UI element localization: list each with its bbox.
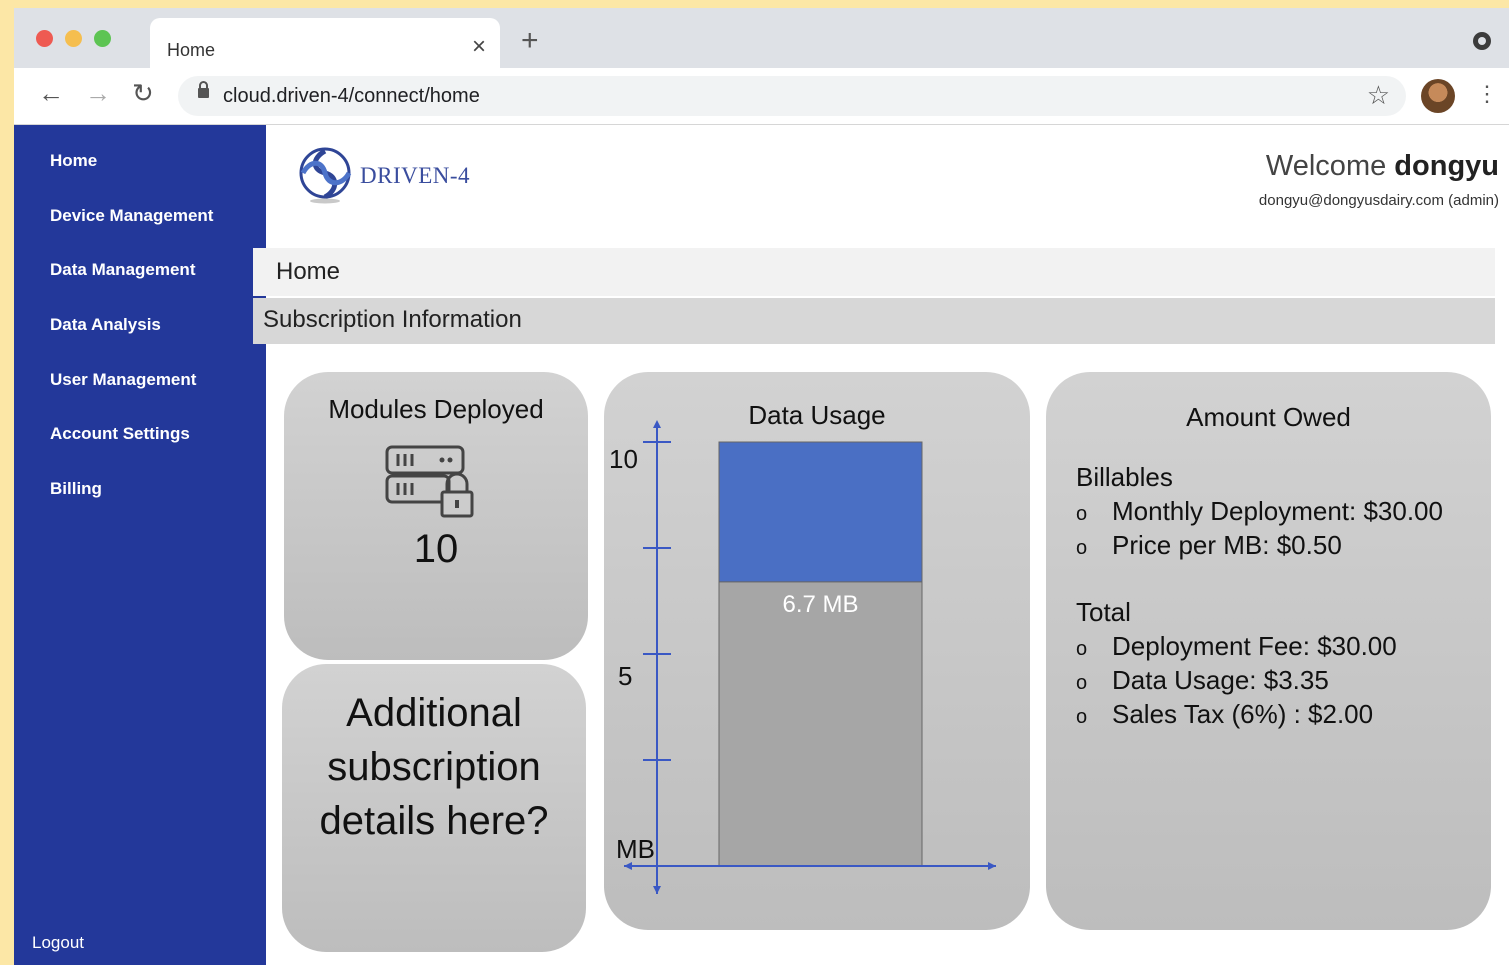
additional-details-text: Additional subscription details here?: [319, 691, 549, 843]
section-title: Subscription Information: [263, 306, 522, 333]
sidebar-item-account-settings[interactable]: Account Settings: [50, 424, 190, 444]
sidebar-item-data-analysis[interactable]: Data Analysis: [50, 315, 161, 335]
sidebar-item-home[interactable]: Home: [50, 151, 97, 171]
x-axis-arrow-right: [988, 862, 996, 870]
logo-text: DRIVEN-4: [360, 163, 471, 188]
sidebar-item-billing[interactable]: Billing: [50, 479, 102, 499]
minimize-window-dot[interactable]: [65, 30, 82, 47]
reload-button[interactable]: ↻: [132, 80, 154, 106]
maximize-window-dot[interactable]: [94, 30, 111, 47]
close-window-dot[interactable]: [36, 30, 53, 47]
list-item: o Deployment Fee: $30.00: [1076, 631, 1397, 662]
bullet-icon: o: [1076, 537, 1088, 559]
modules-title: Modules Deployed: [328, 394, 544, 424]
additional-details-card: Additional subscription details here?: [282, 664, 586, 952]
sidebar: Home Device Management Data Management D…: [14, 125, 266, 965]
welcome-message: Welcome dongyu: [1266, 150, 1499, 183]
browser-toolbar: ← → ↻ cloud.driven-4/connect/home ☆ ⋮: [14, 68, 1509, 125]
logo-icon: [299, 147, 352, 204]
total-deployment-fee: Deployment Fee: $30.00: [1112, 631, 1397, 661]
total-heading: Total: [1076, 597, 1131, 627]
new-tab-button[interactable]: +: [521, 26, 539, 56]
welcome-prefix: Welcome: [1265, 150, 1387, 182]
bullet-icon: o: [1076, 672, 1088, 694]
list-item: o Monthly Deployment: $30.00: [1076, 496, 1443, 527]
modules-deployed-card: Modules Deployed 10: [284, 372, 588, 660]
forward-button[interactable]: →: [85, 80, 111, 106]
y-tick-label-5: 5: [618, 661, 632, 691]
tab-title: Home: [167, 40, 216, 60]
owed-title: Amount Owed: [1186, 402, 1351, 432]
total-data-usage: Data Usage: $3.35: [1112, 665, 1329, 695]
username: dongyu: [1394, 150, 1499, 182]
bar-remaining-capacity: [718, 441, 923, 583]
y-tick-label-10: 10: [609, 444, 638, 474]
list-item: o Sales Tax (6%) : $2.00: [1076, 699, 1373, 730]
list-item: o Price per MB: $0.50: [1076, 530, 1342, 561]
data-usage-card: Data Usage 6.7 MB 10 5 MB: [604, 372, 1030, 930]
user-email: dongyu@dongyusdairy.com (admin): [1258, 192, 1499, 209]
sidebar-item-user-management[interactable]: User Management: [50, 370, 196, 390]
close-icon[interactable]: ×: [472, 35, 486, 59]
total-sales-tax: Sales Tax (6%) : $2.00: [1112, 699, 1374, 729]
url-text[interactable]: cloud.driven-4/connect/home: [223, 85, 480, 108]
modules-count: 10: [413, 527, 459, 571]
list-item: o Data Usage: $3.35: [1076, 665, 1329, 696]
page-title-bar: Home: [253, 248, 1495, 296]
data-usage-chart: 6.7 MB 10 5 MB: [609, 420, 996, 894]
sidebar-item-data-management[interactable]: Data Management: [50, 260, 195, 280]
browser-menu-icon[interactable]: ⋮: [1476, 83, 1498, 105]
browser-profile-icon[interactable]: [1473, 32, 1491, 50]
back-button[interactable]: ←: [38, 80, 64, 106]
amount-owed-card: Amount Owed Billables o Monthly Deploymen…: [1046, 372, 1491, 930]
logout-link[interactable]: Logout: [32, 933, 84, 953]
tab-strip: Home × +: [14, 8, 1509, 70]
sidebar-item-device-management[interactable]: Device Management: [50, 206, 213, 226]
billables-heading: Billables: [1076, 462, 1173, 492]
y-axis-arrow-down: [653, 886, 661, 894]
y-axis-unit-label: MB: [616, 834, 655, 864]
page-title: Home: [276, 258, 341, 285]
tab-home[interactable]: Home ×: [150, 18, 500, 70]
section-header: Subscription Information: [253, 298, 1495, 344]
bullet-icon: o: [1076, 706, 1088, 728]
billable-monthly-deployment: Monthly Deployment: $30.00: [1112, 496, 1443, 526]
billable-price-per-mb: Price per MB: $0.50: [1112, 530, 1342, 560]
server-lock-icon: [385, 445, 474, 518]
bullet-icon: o: [1076, 638, 1088, 660]
bar-data-label: 6.7 MB: [782, 591, 858, 618]
bullet-icon: o: [1076, 503, 1088, 525]
lock-icon: [198, 81, 209, 98]
address-bar[interactable]: cloud.driven-4/connect/home ☆: [178, 76, 1406, 116]
bookmark-star-icon[interactable]: ☆: [1367, 82, 1390, 108]
y-axis-arrow-up: [653, 420, 661, 428]
bar-used-data: [718, 581, 923, 867]
avatar[interactable]: [1421, 79, 1455, 113]
